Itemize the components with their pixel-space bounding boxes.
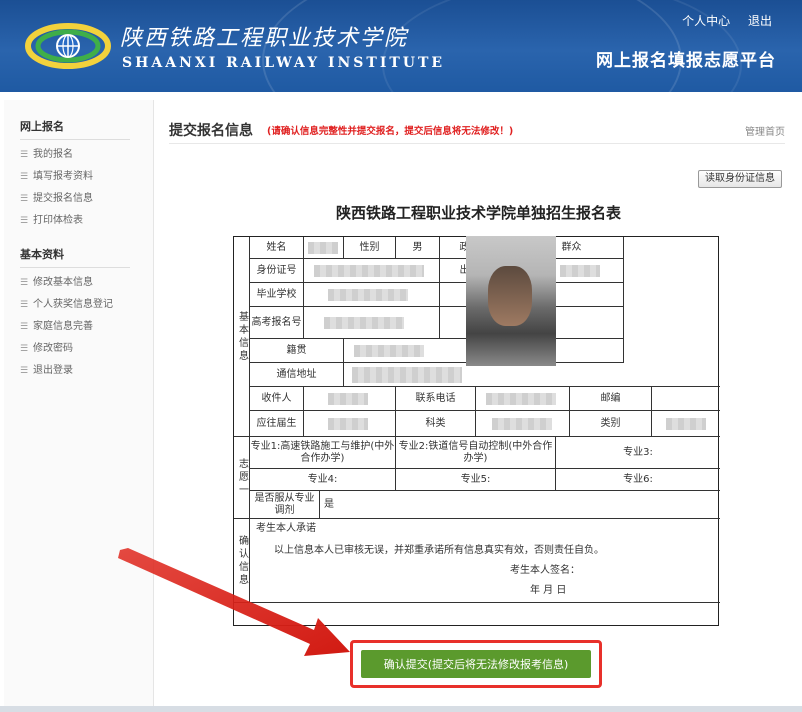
label-postcode: 邮编 [570, 387, 652, 411]
value-subject [476, 411, 570, 437]
major-6: 专业6: [556, 469, 720, 491]
value-grad-type [304, 411, 396, 437]
label-name: 姓名 [250, 237, 304, 259]
value-obey-adjust: 是 [320, 491, 720, 519]
list-icon: ☰ [20, 278, 29, 288]
label-subject: 科类 [396, 411, 476, 437]
major-5: 专业5: [396, 469, 556, 491]
list-icon: ☰ [20, 344, 29, 354]
sidebar-item-family[interactable]: ☰ 家庭信息完善 [20, 316, 153, 338]
submit-highlight-frame: 确认提交(提交后将无法修改报考信息) [350, 640, 602, 688]
sidebar-item-edit-basic[interactable]: ☰ 修改基本信息 [20, 272, 153, 294]
school-name-cn: 陕西铁路工程职业技术学院 [120, 26, 409, 51]
sidebar-item-label: 填写报考资料 [33, 171, 93, 182]
sidebar-item-label: 我的报名 [33, 149, 73, 160]
value-postcode [652, 387, 720, 411]
signature-date: 年 月 日 [530, 585, 567, 596]
label-obey-adjust: 是否服从专业调剂 [250, 491, 320, 519]
applicant-photo [466, 236, 556, 366]
form-title: 陕西铁路工程职业技术学院单独招生报名表 [335, 204, 621, 222]
personal-center-link[interactable]: 个人中心 [682, 14, 730, 28]
sidebar-item-awards[interactable]: ☰ 个人获奖信息登记 [20, 294, 153, 316]
label-receiver: 收件人 [250, 387, 304, 411]
sidebar-item-password[interactable]: ☰ 修改密码 [20, 338, 153, 360]
major-3: 专业3: [556, 437, 720, 469]
manage-home-link[interactable]: 管理首页 [745, 123, 785, 138]
list-icon: ☰ [20, 322, 29, 332]
header-banner: 陕西铁路工程职业技术学院 SHAANXI RAILWAY INSTITUTE 个… [0, 0, 802, 92]
confirm-heading: 考生本人承诺 [256, 523, 316, 534]
list-icon: ☰ [20, 194, 29, 204]
label-exam-number: 高考报名号 [250, 307, 304, 339]
sidebar-item-label: 修改基本信息 [33, 277, 93, 288]
sidebar-item-label: 退出登录 [33, 365, 73, 376]
list-icon: ☰ [20, 300, 29, 310]
major-2: 专业2:铁道信号自动控制(中外合作办学) [396, 437, 556, 469]
sidebar-item-logout[interactable]: ☰ 退出登录 [20, 360, 153, 382]
value-category [652, 411, 720, 437]
sidebar-item-fill-info[interactable]: ☰ 填写报考资料 [20, 166, 153, 188]
list-icon: ☰ [20, 216, 29, 226]
platform-title: 网上报名填报志愿平台 [596, 51, 776, 71]
warning-text: (请确认信息完整性并提交报名，提交后信息将无法修改！) [267, 126, 514, 137]
section-label-wish: 志愿一 [234, 437, 250, 519]
page-header: 提交报名信息 (请确认信息完整性并提交报名，提交后信息将无法修改！) 管理首页 [169, 120, 785, 144]
label-school: 毕业学校 [250, 283, 304, 307]
list-icon: ☰ [20, 150, 29, 160]
confirm-submit-button[interactable]: 确认提交(提交后将无法修改报考信息) [361, 650, 591, 678]
school-name-en: SHAANXI RAILWAY INSTITUTE [122, 55, 446, 71]
sidebar-item-label: 修改密码 [33, 343, 73, 354]
major-1: 专业1:高速铁路施工与维护(中外合作办学) [250, 437, 396, 469]
label-grad-type: 应往届生 [250, 411, 304, 437]
value-address [344, 363, 720, 387]
sidebar-item-my-registration[interactable]: ☰ 我的报名 [20, 144, 153, 166]
top-links: 个人中心 退出 [668, 12, 772, 29]
sidebar-section-title: 网上报名 [20, 118, 130, 140]
value-exam-number [304, 307, 440, 339]
list-icon: ☰ [20, 172, 29, 182]
sidebar-item-label: 提交报名信息 [33, 193, 93, 204]
value-phone [476, 387, 570, 411]
label-gender: 性别 [344, 237, 396, 259]
photo-face [488, 266, 532, 326]
label-phone: 联系电话 [396, 387, 476, 411]
page-title: 提交报名信息 [169, 123, 253, 139]
value-id-number [304, 259, 440, 283]
value-school [304, 283, 440, 307]
value-name [304, 237, 344, 259]
value-receiver [304, 387, 396, 411]
sidebar-section-title: 基本资料 [20, 246, 130, 268]
section-label-basic: 基本信息 [234, 237, 250, 437]
label-category: 类别 [570, 411, 652, 437]
school-logo-icon [25, 23, 111, 69]
sidebar-item-label: 个人获奖信息登记 [33, 299, 113, 310]
logout-link[interactable]: 退出 [748, 14, 772, 28]
sidebar-item-submit-info[interactable]: ☰ 提交报名信息 [20, 188, 153, 210]
list-icon: ☰ [20, 366, 29, 376]
label-address: 通信地址 [250, 363, 344, 387]
sidebar-item-label: 家庭信息完善 [33, 321, 93, 332]
signature-label: 考生本人签名： [510, 565, 580, 576]
label-id-number: 身份证号 [250, 259, 304, 283]
bottom-border [0, 706, 802, 712]
red-arrow-icon [118, 548, 350, 656]
label-native-place: 籍贯 [250, 339, 344, 363]
read-id-card-button[interactable]: 读取身份证信息 [698, 170, 782, 188]
major-4: 专业4: [250, 469, 396, 491]
sidebar-item-print-exam[interactable]: ☰ 打印体检表 [20, 210, 153, 232]
value-gender: 男 [396, 237, 440, 259]
sidebar-item-label: 打印体检表 [33, 215, 83, 226]
